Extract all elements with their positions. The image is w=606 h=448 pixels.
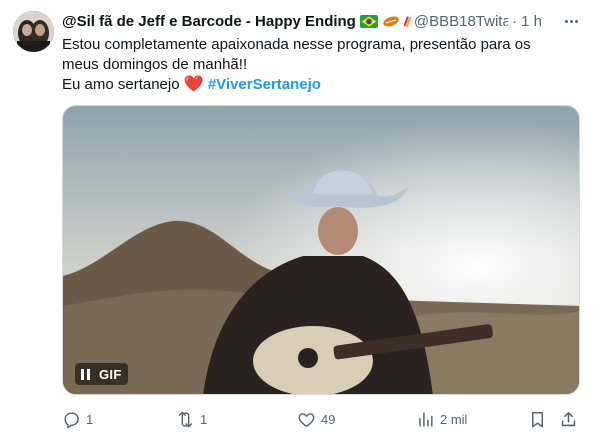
like-count: 49	[321, 411, 336, 427]
reply-icon	[64, 411, 79, 428]
tweet-text-prefix: Eu amo sertanejo	[62, 76, 184, 93]
share-icon	[561, 411, 576, 426]
brazil-flag-icon	[359, 14, 378, 28]
hashtag-link[interactable]: #ViverSertanejo	[208, 76, 321, 93]
tweet[interactable]: @Sil fã de Jeff e Barcode - Happy Ending…	[0, 0, 606, 448]
tweet-text-line: Estou completamente apaixonada nesse pro…	[62, 36, 531, 53]
retweet-count: 1	[200, 411, 208, 427]
tweet-header: @Sil fã de Jeff e Barcode - Happy Ending…	[62, 11, 542, 31]
bookmark-icon	[531, 411, 544, 427]
gif-badge: GIF	[99, 366, 122, 382]
share-button[interactable]	[559, 408, 578, 430]
display-name[interactable]: @Sil fã de Jeff e Barcode - Happy Ending	[62, 13, 356, 30]
avatar[interactable]	[13, 11, 54, 52]
views-button[interactable]: 2 mil	[416, 408, 467, 430]
heart-icon	[298, 412, 315, 427]
views-icon	[419, 411, 433, 427]
timestamp[interactable]: 1 h	[521, 13, 542, 30]
more-icon[interactable]	[560, 12, 582, 30]
tweet-text-line: meus domingos de manhã!!	[62, 56, 248, 73]
retweet-button[interactable]: 1	[176, 408, 207, 430]
bookmark-button[interactable]	[528, 408, 547, 430]
rugby-ball-icon	[382, 15, 400, 28]
retweet-icon	[178, 411, 193, 427]
reply-count: 1	[86, 411, 94, 427]
separator-dot: ·	[512, 12, 518, 30]
tweet-text-line: Eu amo sertanejo ❤️ #ViverSertanejo	[62, 75, 562, 95]
user-handle[interactable]: @BBB18Twitando	[414, 13, 508, 30]
gif-media[interactable]	[62, 105, 580, 395]
action-bar: 1 1 49 2 mil	[62, 408, 582, 430]
avatar-image	[13, 11, 54, 52]
like-button[interactable]: 49	[297, 408, 335, 430]
gif-frame	[63, 106, 579, 394]
views-count: 2 mil	[440, 411, 468, 427]
tweet-text: Estou completamente apaixonada nesse pro…	[62, 35, 562, 95]
heart-emoji: ❤️	[183, 76, 204, 93]
pride-stripe-icon	[403, 15, 412, 28]
pause-icon[interactable]	[81, 368, 91, 380]
gif-controls: GIF	[75, 363, 128, 385]
reply-button[interactable]: 1	[62, 408, 93, 430]
